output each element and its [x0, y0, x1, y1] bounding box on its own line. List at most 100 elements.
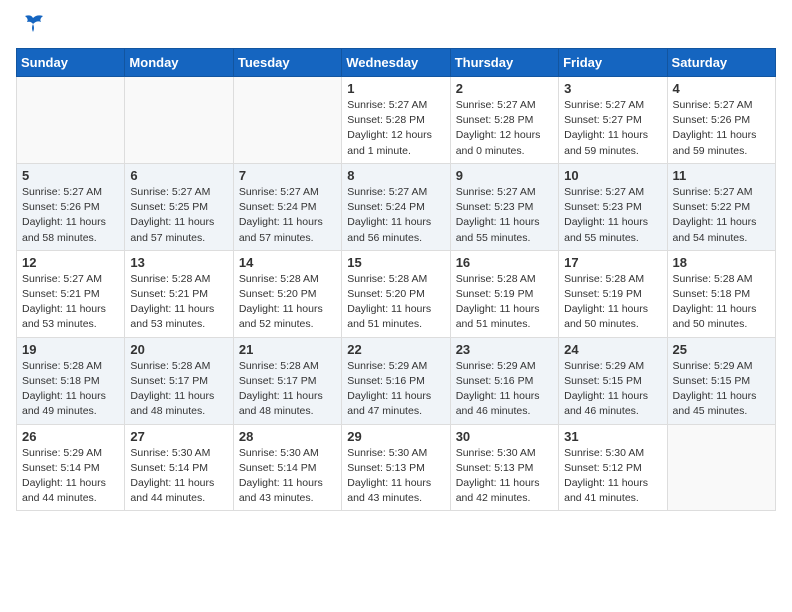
- day-number: 30: [456, 429, 553, 444]
- calendar-cell: 9 Sunrise: 5:27 AM Sunset: 5:23 PM Daylig…: [450, 163, 558, 250]
- bird-icon: [19, 14, 47, 36]
- weekday-header-sunday: Sunday: [17, 49, 125, 77]
- day-number: 20: [130, 342, 227, 357]
- day-number: 18: [673, 255, 770, 270]
- page-header: [16, 16, 776, 36]
- day-info: Sunrise: 5:30 AM Sunset: 5:12 PM Dayligh…: [564, 446, 661, 507]
- calendar-cell: 11Sunrise: 5:27 AM Sunset: 5:22 PM Dayli…: [667, 163, 775, 250]
- calendar-cell: 3 Sunrise: 5:27 AM Sunset: 5:27 PM Daylig…: [559, 77, 667, 164]
- calendar-cell: 7Sunrise: 5:27 AM Sunset: 5:24 PM Daylig…: [233, 163, 341, 250]
- calendar-cell: 18 Sunrise: 5:28 AM Sunset: 5:18 PM Dayli…: [667, 250, 775, 337]
- calendar-cell: [125, 77, 233, 164]
- calendar-cell: 22 Sunrise: 5:29 AM Sunset: 5:16 PM Dayli…: [342, 337, 450, 424]
- day-number: 6: [130, 168, 227, 183]
- day-info: Sunrise: 5:27 AM Sunset: 5:28 PM Dayligh…: [347, 98, 444, 159]
- calendar-cell: 29 Sunrise: 5:30 AM Sunset: 5:13 PM Dayli…: [342, 424, 450, 511]
- calendar-cell: 31 Sunrise: 5:30 AM Sunset: 5:12 PM Dayli…: [559, 424, 667, 511]
- calendar-cell: 24Sunrise: 5:29 AM Sunset: 5:15 PM Dayli…: [559, 337, 667, 424]
- day-info: Sunrise: 5:27 AM Sunset: 5:26 PM Dayligh…: [673, 98, 770, 159]
- day-number: 17: [564, 255, 661, 270]
- day-info: Sunrise: 5:27 AM Sunset: 5:24 PM Dayligh…: [347, 185, 444, 246]
- day-info: Sunrise: 5:28 AM Sunset: 5:17 PM Dayligh…: [239, 359, 336, 420]
- weekday-header-wednesday: Wednesday: [342, 49, 450, 77]
- day-info: Sunrise: 5:27 AM Sunset: 5:23 PM Dayligh…: [564, 185, 661, 246]
- calendar-cell: 5 Sunrise: 5:27 AM Sunset: 5:26 PM Daylig…: [17, 163, 125, 250]
- calendar-cell: 12 Sunrise: 5:27 AM Sunset: 5:21 PM Dayli…: [17, 250, 125, 337]
- calendar-cell: 14 Sunrise: 5:28 AM Sunset: 5:20 PM Dayli…: [233, 250, 341, 337]
- day-info: Sunrise: 5:27 AM Sunset: 5:25 PM Dayligh…: [130, 185, 227, 246]
- day-number: 4: [673, 81, 770, 96]
- calendar-cell: 16 Sunrise: 5:28 AM Sunset: 5:19 PM Dayli…: [450, 250, 558, 337]
- calendar-cell: 15 Sunrise: 5:28 AM Sunset: 5:20 PM Dayli…: [342, 250, 450, 337]
- day-number: 23: [456, 342, 553, 357]
- calendar-cell: 2 Sunrise: 5:27 AM Sunset: 5:28 PM Daylig…: [450, 77, 558, 164]
- day-info: Sunrise: 5:27 AM Sunset: 5:28 PM Dayligh…: [456, 98, 553, 159]
- day-number: 19: [22, 342, 119, 357]
- calendar-cell: 19 Sunrise: 5:28 AM Sunset: 5:18 PM Dayli…: [17, 337, 125, 424]
- day-number: 10: [564, 168, 661, 183]
- day-info: Sunrise: 5:28 AM Sunset: 5:20 PM Dayligh…: [239, 272, 336, 333]
- day-info: Sunrise: 5:27 AM Sunset: 5:27 PM Dayligh…: [564, 98, 661, 159]
- calendar-cell: 1 Sunrise: 5:27 AM Sunset: 5:28 PM Daylig…: [342, 77, 450, 164]
- day-number: 13: [130, 255, 227, 270]
- day-info: Sunrise: 5:30 AM Sunset: 5:13 PM Dayligh…: [456, 446, 553, 507]
- calendar-cell: 28Sunrise: 5:30 AM Sunset: 5:14 PM Dayli…: [233, 424, 341, 511]
- calendar-cell: 8 Sunrise: 5:27 AM Sunset: 5:24 PM Daylig…: [342, 163, 450, 250]
- day-number: 2: [456, 81, 553, 96]
- day-info: Sunrise: 5:28 AM Sunset: 5:18 PM Dayligh…: [673, 272, 770, 333]
- day-info: Sunrise: 5:30 AM Sunset: 5:14 PM Dayligh…: [239, 446, 336, 507]
- day-info: Sunrise: 5:29 AM Sunset: 5:16 PM Dayligh…: [347, 359, 444, 420]
- day-info: Sunrise: 5:28 AM Sunset: 5:20 PM Dayligh…: [347, 272, 444, 333]
- calendar-cell: 20 Sunrise: 5:28 AM Sunset: 5:17 PM Dayli…: [125, 337, 233, 424]
- day-info: Sunrise: 5:29 AM Sunset: 5:14 PM Dayligh…: [22, 446, 119, 507]
- day-number: 21: [239, 342, 336, 357]
- day-info: Sunrise: 5:28 AM Sunset: 5:19 PM Dayligh…: [456, 272, 553, 333]
- calendar-cell: 4 Sunrise: 5:27 AM Sunset: 5:26 PM Daylig…: [667, 77, 775, 164]
- calendar-cell: 30 Sunrise: 5:30 AM Sunset: 5:13 PM Dayli…: [450, 424, 558, 511]
- day-number: 12: [22, 255, 119, 270]
- logo: [16, 16, 47, 36]
- calendar-cell: 27Sunrise: 5:30 AM Sunset: 5:14 PM Dayli…: [125, 424, 233, 511]
- calendar-cell: [17, 77, 125, 164]
- day-info: Sunrise: 5:28 AM Sunset: 5:19 PM Dayligh…: [564, 272, 661, 333]
- day-info: Sunrise: 5:28 AM Sunset: 5:21 PM Dayligh…: [130, 272, 227, 333]
- day-info: Sunrise: 5:28 AM Sunset: 5:18 PM Dayligh…: [22, 359, 119, 420]
- day-number: 29: [347, 429, 444, 444]
- calendar-cell: 17 Sunrise: 5:28 AM Sunset: 5:19 PM Dayli…: [559, 250, 667, 337]
- weekday-header-saturday: Saturday: [667, 49, 775, 77]
- day-number: 15: [347, 255, 444, 270]
- calendar-cell: 26 Sunrise: 5:29 AM Sunset: 5:14 PM Dayli…: [17, 424, 125, 511]
- day-number: 5: [22, 168, 119, 183]
- day-info: Sunrise: 5:27 AM Sunset: 5:22 PM Dayligh…: [673, 185, 770, 246]
- day-info: Sunrise: 5:29 AM Sunset: 5:15 PM Dayligh…: [673, 359, 770, 420]
- day-info: Sunrise: 5:29 AM Sunset: 5:16 PM Dayligh…: [456, 359, 553, 420]
- day-number: 31: [564, 429, 661, 444]
- day-info: Sunrise: 5:27 AM Sunset: 5:21 PM Dayligh…: [22, 272, 119, 333]
- calendar-week-5: 26 Sunrise: 5:29 AM Sunset: 5:14 PM Dayli…: [17, 424, 776, 511]
- calendar-week-3: 12 Sunrise: 5:27 AM Sunset: 5:21 PM Dayli…: [17, 250, 776, 337]
- weekday-header-thursday: Thursday: [450, 49, 558, 77]
- weekday-header-tuesday: Tuesday: [233, 49, 341, 77]
- calendar-week-2: 5 Sunrise: 5:27 AM Sunset: 5:26 PM Daylig…: [17, 163, 776, 250]
- day-number: 25: [673, 342, 770, 357]
- calendar-cell: 6 Sunrise: 5:27 AM Sunset: 5:25 PM Daylig…: [125, 163, 233, 250]
- day-number: 16: [456, 255, 553, 270]
- day-number: 26: [22, 429, 119, 444]
- day-number: 24: [564, 342, 661, 357]
- calendar-week-4: 19 Sunrise: 5:28 AM Sunset: 5:18 PM Dayli…: [17, 337, 776, 424]
- day-info: Sunrise: 5:30 AM Sunset: 5:13 PM Dayligh…: [347, 446, 444, 507]
- day-info: Sunrise: 5:28 AM Sunset: 5:17 PM Dayligh…: [130, 359, 227, 420]
- day-number: 8: [347, 168, 444, 183]
- calendar-cell: 13 Sunrise: 5:28 AM Sunset: 5:21 PM Dayli…: [125, 250, 233, 337]
- calendar-cell: 21 Sunrise: 5:28 AM Sunset: 5:17 PM Dayli…: [233, 337, 341, 424]
- calendar-cell: [233, 77, 341, 164]
- weekday-header-friday: Friday: [559, 49, 667, 77]
- calendar-cell: 10 Sunrise: 5:27 AM Sunset: 5:23 PM Dayli…: [559, 163, 667, 250]
- day-number: 22: [347, 342, 444, 357]
- day-info: Sunrise: 5:27 AM Sunset: 5:26 PM Dayligh…: [22, 185, 119, 246]
- day-info: Sunrise: 5:27 AM Sunset: 5:23 PM Dayligh…: [456, 185, 553, 246]
- day-number: 14: [239, 255, 336, 270]
- day-number: 3: [564, 81, 661, 96]
- day-number: 1: [347, 81, 444, 96]
- day-number: 9: [456, 168, 553, 183]
